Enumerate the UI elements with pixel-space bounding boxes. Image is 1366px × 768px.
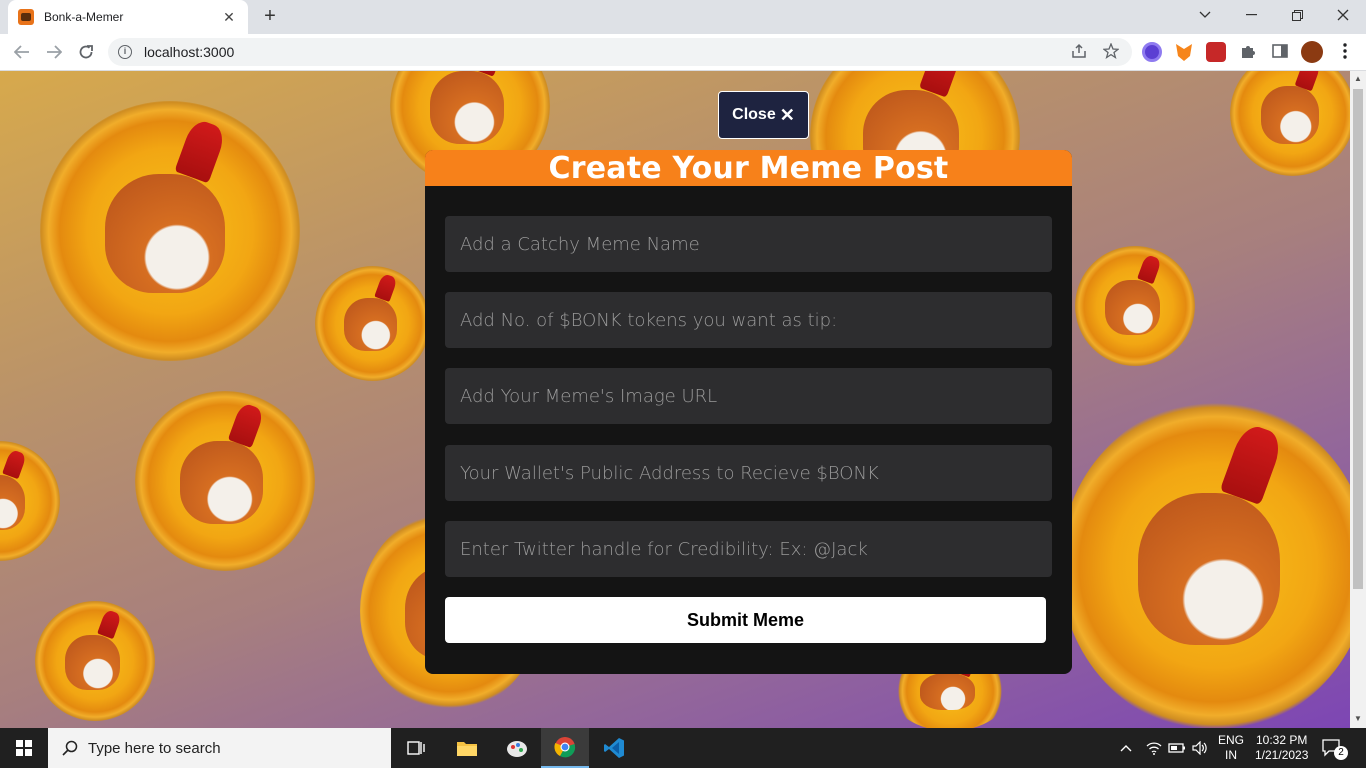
tab-strip: Bonk-a-Memer ✕ +	[0, 0, 1366, 34]
tip-amount-input[interactable]: Add No. of $BONK tokens you want as tip:	[445, 292, 1052, 348]
twitter-handle-input[interactable]: Enter Twitter handle for Credibility: Ex…	[445, 521, 1052, 577]
search-placeholder: Type here to search	[88, 739, 221, 757]
search-icon	[62, 740, 78, 756]
file-explorer-icon[interactable]	[443, 728, 491, 768]
minimize-icon[interactable]	[1228, 0, 1274, 30]
task-view-icon[interactable]	[392, 728, 440, 768]
bonk-coin-image	[1075, 246, 1195, 366]
volume-icon[interactable]	[1192, 728, 1208, 768]
battery-icon[interactable]	[1168, 728, 1186, 768]
twitter-handle-placeholder: Enter Twitter handle for Credibility: Ex…	[460, 538, 868, 560]
tab-title: Bonk-a-Memer	[44, 10, 124, 24]
close-button[interactable]: Close ✕	[718, 91, 809, 139]
address-bar[interactable]: i localhost:3000	[108, 38, 1132, 66]
favicon-icon	[18, 9, 34, 25]
taskbar-search[interactable]: Type here to search	[48, 728, 391, 768]
tip-amount-placeholder: Add No. of $BONK tokens you want as tip:	[460, 309, 838, 331]
browser-tab[interactable]: Bonk-a-Memer ✕	[8, 0, 248, 34]
date-text: 1/21/2023	[1255, 748, 1309, 762]
paint-icon[interactable]	[493, 728, 541, 768]
chevron-down-icon[interactable]	[1182, 0, 1228, 30]
notification-count: 2	[1334, 746, 1348, 760]
wifi-icon[interactable]	[1146, 728, 1162, 768]
language-indicator[interactable]: ENG IN	[1218, 728, 1244, 768]
wallet-address-placeholder: Your Wallet's Public Address to Recieve …	[460, 462, 879, 484]
bonk-coin-image	[1230, 71, 1350, 176]
bookmark-star-icon[interactable]	[1100, 40, 1122, 62]
bonk-coin-image	[0, 441, 60, 561]
extension-icon-2[interactable]	[1206, 42, 1226, 62]
modal-title: Create Your Meme Post	[548, 150, 949, 186]
scroll-thumb[interactable]	[1353, 89, 1363, 589]
puzzle-icon[interactable]	[1237, 40, 1259, 62]
more-menu-icon[interactable]	[1334, 40, 1356, 62]
windows-taskbar: Type here to search ENG IN 10:32 PM 1/21…	[0, 728, 1366, 768]
profile-avatar[interactable]	[1301, 41, 1323, 63]
scroll-down-icon[interactable]: ▼	[1353, 714, 1363, 724]
submit-meme-button[interactable]: Submit Meme	[445, 597, 1046, 643]
close-icon[interactable]	[1320, 0, 1366, 30]
scroll-up-icon[interactable]: ▲	[1353, 74, 1363, 84]
close-label: Close	[732, 106, 776, 123]
tab-close-icon[interactable]: ✕	[220, 9, 238, 26]
image-url-input[interactable]: Add Your Meme's Image URL	[445, 368, 1052, 424]
bonk-coin-image	[35, 601, 155, 721]
metamask-icon[interactable]	[1176, 44, 1192, 61]
side-panel-icon[interactable]	[1269, 40, 1291, 62]
bonk-coin-image	[315, 266, 430, 381]
show-hidden-icons[interactable]	[1120, 728, 1132, 768]
close-x-icon: ✕	[779, 104, 795, 125]
share-icon[interactable]	[1068, 40, 1090, 62]
region-text: IN	[1225, 748, 1237, 762]
page-scrollbar[interactable]: ▲ ▼	[1350, 71, 1366, 728]
meme-post-modal: Create Your Meme Post Add a Catchy Meme …	[425, 150, 1072, 674]
bonk-coin-image	[40, 101, 300, 361]
bonk-coin-image	[1060, 401, 1350, 728]
notifications-icon[interactable]: 2	[1322, 728, 1348, 768]
forward-icon[interactable]	[42, 40, 66, 64]
modal-header: Create Your Meme Post	[425, 150, 1072, 186]
chrome-icon[interactable]	[541, 728, 589, 768]
language-text: ENG	[1218, 733, 1245, 747]
browser-toolbar: i localhost:3000	[0, 34, 1366, 71]
url-text: localhost:3000	[144, 44, 235, 60]
vscode-icon[interactable]	[590, 728, 638, 768]
new-tab-button[interactable]: +	[258, 4, 282, 28]
meme-name-placeholder: Add a Catchy Meme Name	[460, 233, 700, 255]
meme-name-input[interactable]: Add a Catchy Meme Name	[445, 216, 1052, 272]
wallet-address-input[interactable]: Your Wallet's Public Address to Recieve …	[445, 445, 1052, 501]
back-icon[interactable]	[10, 40, 34, 64]
site-info-icon[interactable]: i	[118, 45, 132, 59]
restore-icon[interactable]	[1274, 0, 1320, 30]
clock[interactable]: 10:32 PM 1/21/2023	[1255, 728, 1308, 768]
bonk-coin-image	[135, 391, 315, 571]
windows-logo-icon	[16, 740, 32, 756]
start-button[interactable]	[0, 728, 48, 768]
extension-icon[interactable]	[1142, 42, 1162, 62]
image-url-placeholder: Add Your Meme's Image URL	[460, 385, 718, 407]
time-text: 10:32 PM	[1256, 733, 1308, 747]
reload-icon[interactable]	[74, 40, 98, 64]
